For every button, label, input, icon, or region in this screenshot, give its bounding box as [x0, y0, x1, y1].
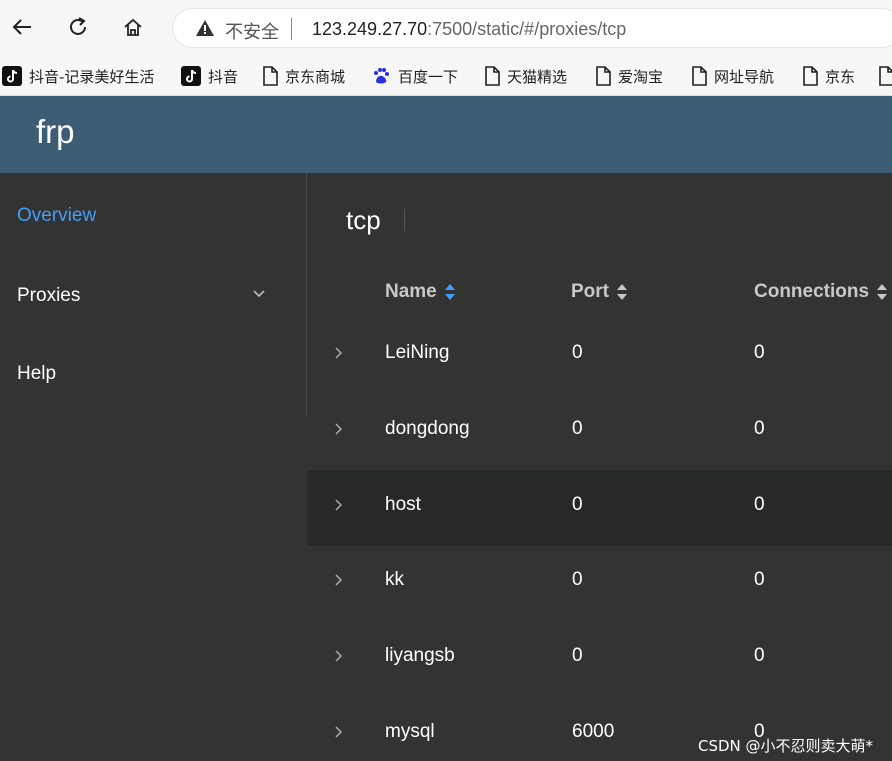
cell-port: 0: [572, 569, 583, 590]
sort-icon[interactable]: [444, 283, 456, 301]
tiktok-icon: [181, 66, 201, 86]
chevron-right-icon[interactable]: [333, 725, 343, 739]
tab-tcp[interactable]: tcp: [346, 205, 381, 236]
home-icon: [124, 18, 142, 36]
bookmark-item[interactable]: 京东: [802, 63, 855, 89]
bookmark-overflow[interactable]: [878, 63, 892, 89]
column-label: Name: [385, 281, 437, 302]
bookmark-item[interactable]: 京东商城: [262, 63, 345, 89]
column-header-name[interactable]: Name: [385, 281, 456, 303]
chevron-right-icon[interactable]: [333, 422, 343, 436]
chevron-down-icon[interactable]: [252, 289, 266, 299]
page-icon: [878, 66, 892, 86]
url-host: 123.249.27.70: [312, 19, 428, 39]
table-row[interactable]: host 0 0: [307, 470, 892, 546]
warning-icon[interactable]: [195, 19, 215, 37]
cell-port: 0: [572, 494, 583, 515]
bookmark-label: 网址导航: [714, 67, 775, 86]
sort-icon[interactable]: [876, 283, 888, 301]
cell-connections: 0: [754, 494, 765, 515]
cell-name: kk: [385, 569, 404, 590]
sidebar: [0, 173, 307, 761]
table-row[interactable]: dongdong 0 0: [307, 394, 892, 470]
column-label: Port: [571, 281, 609, 302]
address-divider: [291, 18, 292, 40]
bookmark-item[interactable]: 百度一下: [371, 63, 458, 89]
url-text[interactable]: 123.249.27.70:7500/static/#/proxies/tcp: [312, 19, 626, 40]
chevron-right-icon[interactable]: [333, 573, 343, 587]
back-button[interactable]: [7, 12, 37, 42]
url-path: :7500/static/#/proxies/tcp: [427, 19, 627, 39]
bookmark-label: 抖音-记录美好生活: [29, 67, 155, 86]
cell-port: 0: [572, 418, 583, 439]
cell-connections: 0: [754, 569, 765, 590]
chevron-right-icon[interactable]: [333, 649, 343, 663]
page-icon: [802, 66, 818, 86]
page-icon: [691, 66, 707, 86]
home-button[interactable]: [118, 12, 148, 42]
reload-icon: [70, 17, 86, 35]
table-row[interactable]: LeiNing 0 0: [307, 318, 892, 394]
column-header-port[interactable]: Port: [571, 281, 628, 303]
bookmark-item[interactable]: 抖音: [181, 63, 238, 89]
bookmark-item[interactable]: 天猫精选: [484, 63, 567, 89]
table-row[interactable]: kk 0 0: [307, 545, 892, 621]
security-status[interactable]: 不安全: [225, 18, 279, 44]
cell-name: LeiNing: [385, 342, 450, 363]
bookmarks-bar: 抖音-记录美好生活 抖音 京东商城 百度一下 天猫精选 爱淘宝 网址导航 京东: [0, 56, 892, 96]
bookmark-label: 京东商城: [285, 67, 346, 86]
cell-name: host: [385, 494, 421, 515]
cell-connections: 0: [754, 342, 765, 363]
cell-connections: 0: [754, 645, 765, 666]
sort-icon[interactable]: [616, 283, 628, 301]
back-arrow-icon: [12, 19, 31, 35]
page-icon: [262, 66, 278, 86]
chevron-right-icon[interactable]: [333, 346, 343, 360]
address-bar[interactable]: 不安全 123.249.27.70:7500/static/#/proxies/…: [172, 8, 892, 48]
app-title[interactable]: frp: [36, 113, 75, 151]
table-row[interactable]: liyangsb 0 0: [307, 621, 892, 697]
sidebar-item-proxies[interactable]: Proxies: [17, 285, 80, 307]
watermark: CSDN @小不忍则卖大萌*: [698, 737, 874, 755]
reload-button[interactable]: [63, 12, 93, 42]
page-icon: [484, 66, 500, 86]
bookmark-label: 京东: [825, 67, 856, 86]
page-icon: [595, 66, 611, 86]
tiktok-icon: [2, 66, 22, 86]
cell-name: mysql: [385, 721, 435, 742]
bookmark-label: 爱淘宝: [618, 67, 664, 86]
cell-port: 0: [572, 645, 583, 666]
bookmark-label: 抖音: [208, 67, 239, 86]
bookmark-label: 百度一下: [398, 67, 459, 86]
bookmark-item[interactable]: 网址导航: [691, 63, 774, 89]
app-header: frp: [0, 96, 892, 173]
cell-port: 0: [572, 342, 583, 363]
cell-connections: 0: [754, 418, 765, 439]
cell-port: 6000: [572, 721, 615, 742]
baidu-icon: [371, 66, 391, 86]
tab-divider: [404, 209, 405, 231]
bookmark-item[interactable]: 爱淘宝: [595, 63, 663, 89]
chevron-right-icon[interactable]: [333, 498, 343, 512]
browser-toolbar: 不安全 123.249.27.70:7500/static/#/proxies/…: [0, 0, 892, 56]
cell-name: dongdong: [385, 418, 470, 439]
sidebar-item-help[interactable]: Help: [17, 363, 56, 385]
sidebar-item-overview[interactable]: Overview: [17, 205, 96, 227]
column-header-connections[interactable]: Connections: [754, 281, 888, 303]
bookmark-label: 天猫精选: [507, 67, 568, 86]
column-label: Connections: [754, 281, 870, 302]
cell-name: liyangsb: [385, 645, 455, 666]
bookmark-item[interactable]: 抖音-记录美好生活: [2, 63, 154, 89]
